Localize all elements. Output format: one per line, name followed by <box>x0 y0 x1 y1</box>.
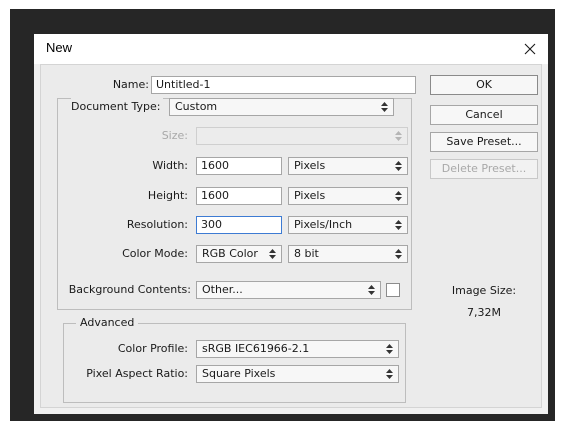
pixel-aspect-ratio-select[interactable]: Square Pixels <box>196 365 399 383</box>
select-arrows-icon <box>395 131 402 141</box>
resolution-input[interactable]: 300 <box>196 216 282 234</box>
width-label: Width: <box>152 159 188 172</box>
new-document-dialog: New Name: Untitled-1 Document Type: Cust… <box>34 34 548 414</box>
save-preset-button[interactable]: Save Preset... <box>430 132 538 152</box>
select-arrows-icon <box>386 344 393 354</box>
size-select[interactable] <box>196 127 408 145</box>
name-label: Name: <box>112 78 149 91</box>
document-type-label: Document Type: <box>71 98 164 116</box>
color-profile-value: sRGB IEC61966-2.1 <box>202 342 310 355</box>
pixel-aspect-ratio-value: Square Pixels <box>202 367 276 380</box>
dialog-title: New <box>46 40 73 55</box>
color-mode-value: RGB Color <box>202 247 258 260</box>
image-size-label: Image Size: <box>451 284 517 297</box>
document-type-select[interactable]: Custom <box>169 98 394 116</box>
advanced-legend: Advanced <box>76 315 139 331</box>
select-arrows-icon <box>269 249 276 259</box>
select-arrows-icon <box>395 220 402 230</box>
select-arrows-icon <box>395 161 402 171</box>
width-unit-select[interactable]: Pixels <box>288 157 408 175</box>
select-arrows-icon <box>386 369 393 379</box>
color-mode-label: Color Mode: <box>122 247 188 260</box>
bit-depth-select[interactable]: 8 bit <box>288 245 408 263</box>
width-input[interactable]: 1600 <box>196 157 282 175</box>
ok-button[interactable]: OK <box>430 75 538 95</box>
advanced-group <box>63 323 406 403</box>
height-label: Height: <box>147 189 188 202</box>
image-size-value: 7,32M <box>467 306 501 319</box>
delete-preset-button[interactable]: Delete Preset... <box>430 159 538 179</box>
height-unit-select[interactable]: Pixels <box>288 187 408 205</box>
name-input[interactable]: Untitled-1 <box>151 76 416 94</box>
select-arrows-icon <box>395 191 402 201</box>
color-profile-select[interactable]: sRGB IEC61966-2.1 <box>196 340 399 358</box>
height-unit-value: Pixels <box>294 189 326 202</box>
pixel-aspect-ratio-label: Pixel Aspect Ratio: <box>86 367 188 380</box>
close-icon <box>524 43 536 55</box>
width-unit-value: Pixels <box>294 159 326 172</box>
close-button[interactable] <box>518 37 542 61</box>
document-type-value: Custom <box>175 100 218 113</box>
resolution-unit-select[interactable]: Pixels/Inch <box>288 216 408 234</box>
dialog-content: Name: Untitled-1 Document Type: Custom S… <box>40 64 542 408</box>
size-label: Size: <box>161 129 188 142</box>
resolution-label: Resolution: <box>126 218 188 231</box>
bit-depth-value: 8 bit <box>294 247 319 260</box>
color-mode-select[interactable]: RGB Color <box>196 245 282 263</box>
background-color-swatch[interactable] <box>386 283 400 297</box>
background-contents-label: Background Contents: <box>68 283 191 296</box>
background-contents-select[interactable]: Other... <box>196 281 381 299</box>
height-input[interactable]: 1600 <box>196 187 282 205</box>
resolution-unit-value: Pixels/Inch <box>294 218 353 231</box>
background-contents-value: Other... <box>202 283 243 296</box>
select-arrows-icon <box>395 249 402 259</box>
title-bar: New <box>34 34 548 64</box>
select-arrows-icon <box>368 285 375 295</box>
select-arrows-icon <box>381 102 388 112</box>
color-profile-label: Color Profile: <box>117 342 188 355</box>
cancel-button[interactable]: Cancel <box>430 105 538 125</box>
